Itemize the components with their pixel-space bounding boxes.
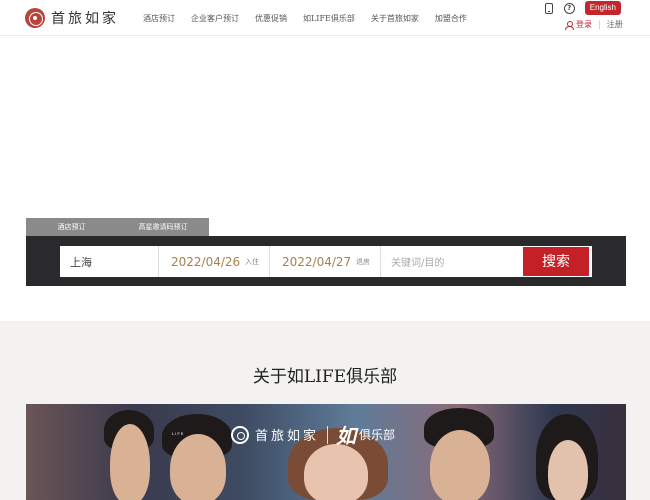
- login-link[interactable]: 登录: [576, 19, 592, 30]
- main-nav: 酒店预订 企业客户预订 优惠促销 如LIFE俱乐部 关于首旅如家 加盟合作: [143, 13, 483, 24]
- person-face: [430, 430, 490, 500]
- phone-icon[interactable]: [544, 2, 553, 14]
- user-icon: [565, 20, 574, 30]
- booking-tabs: 酒店预订 高星邀请码预订: [26, 218, 209, 236]
- nav-hotel-booking[interactable]: 酒店预订: [143, 13, 175, 24]
- checkout-date-value: 2022/04/27: [282, 254, 352, 269]
- checkout-date-field[interactable]: 2022/04/27 退房: [270, 246, 381, 277]
- banner-life-text: LIFE: [172, 431, 185, 436]
- person-face: [548, 440, 588, 500]
- life-club-section: 关于如LIFE俱乐部 首旅如家 如 俱乐部 LIFE: [0, 321, 650, 500]
- club-banner-image[interactable]: 首旅如家 如 俱乐部 LIFE: [26, 404, 626, 500]
- account-links: 登录 | 注册: [565, 19, 623, 30]
- city-field[interactable]: 上海: [60, 246, 159, 277]
- utility-bar: ? English: [544, 1, 621, 15]
- life-logo-mark: 如: [336, 424, 356, 448]
- banner-brand-name: 首旅如家: [255, 429, 320, 444]
- tab-hotel-booking[interactable]: 酒店预订: [26, 218, 117, 236]
- banner-logo: 首旅如家 如 俱乐部: [231, 420, 395, 449]
- register-link[interactable]: 注册: [607, 19, 623, 30]
- english-language-button[interactable]: English: [584, 1, 621, 15]
- banner-club-name: 俱乐部: [359, 428, 396, 442]
- checkin-label: 入住: [245, 258, 259, 266]
- person-face: [110, 424, 150, 500]
- banner-divider: [327, 425, 329, 444]
- checkout-label: 退房: [356, 258, 370, 266]
- nav-about[interactable]: 关于首旅如家: [371, 13, 419, 24]
- separator: |: [598, 20, 601, 29]
- search-button[interactable]: 搜索: [522, 246, 590, 277]
- nav-promotions[interactable]: 优惠促销: [255, 13, 287, 24]
- brand-seal-icon: [231, 425, 249, 444]
- brand-name: 首旅如家: [51, 11, 119, 27]
- nav-corporate-booking[interactable]: 企业客户预订: [191, 13, 239, 24]
- person-face: [170, 434, 226, 500]
- person-face: [304, 444, 368, 500]
- top-header: 首旅如家 酒店预订 企业客户预订 优惠促销 如LIFE俱乐部 关于首旅如家 加盟…: [0, 0, 650, 36]
- checkin-date-field[interactable]: 2022/04/26 入住: [159, 246, 270, 277]
- nav-life-club[interactable]: 如LIFE俱乐部: [303, 13, 355, 24]
- club-section-title: 关于如LIFE俱乐部: [252, 367, 398, 387]
- search-panel: 上海 2022/04/26 入住 2022/04/27 退房 关键词/目的 搜索: [26, 236, 626, 286]
- checkin-date-value: 2022/04/26: [171, 254, 241, 269]
- keyword-input[interactable]: 关键词/目的: [381, 246, 522, 277]
- brand-seal-icon: [25, 8, 45, 28]
- nav-franchise[interactable]: 加盟合作: [435, 13, 467, 24]
- search-form: 上海 2022/04/26 入住 2022/04/27 退房 关键词/目的 搜索: [60, 246, 592, 277]
- tab-invite-code-booking[interactable]: 高星邀请码预订: [117, 218, 209, 236]
- brand-logo[interactable]: 首旅如家: [25, 8, 119, 28]
- help-icon[interactable]: ?: [563, 2, 575, 14]
